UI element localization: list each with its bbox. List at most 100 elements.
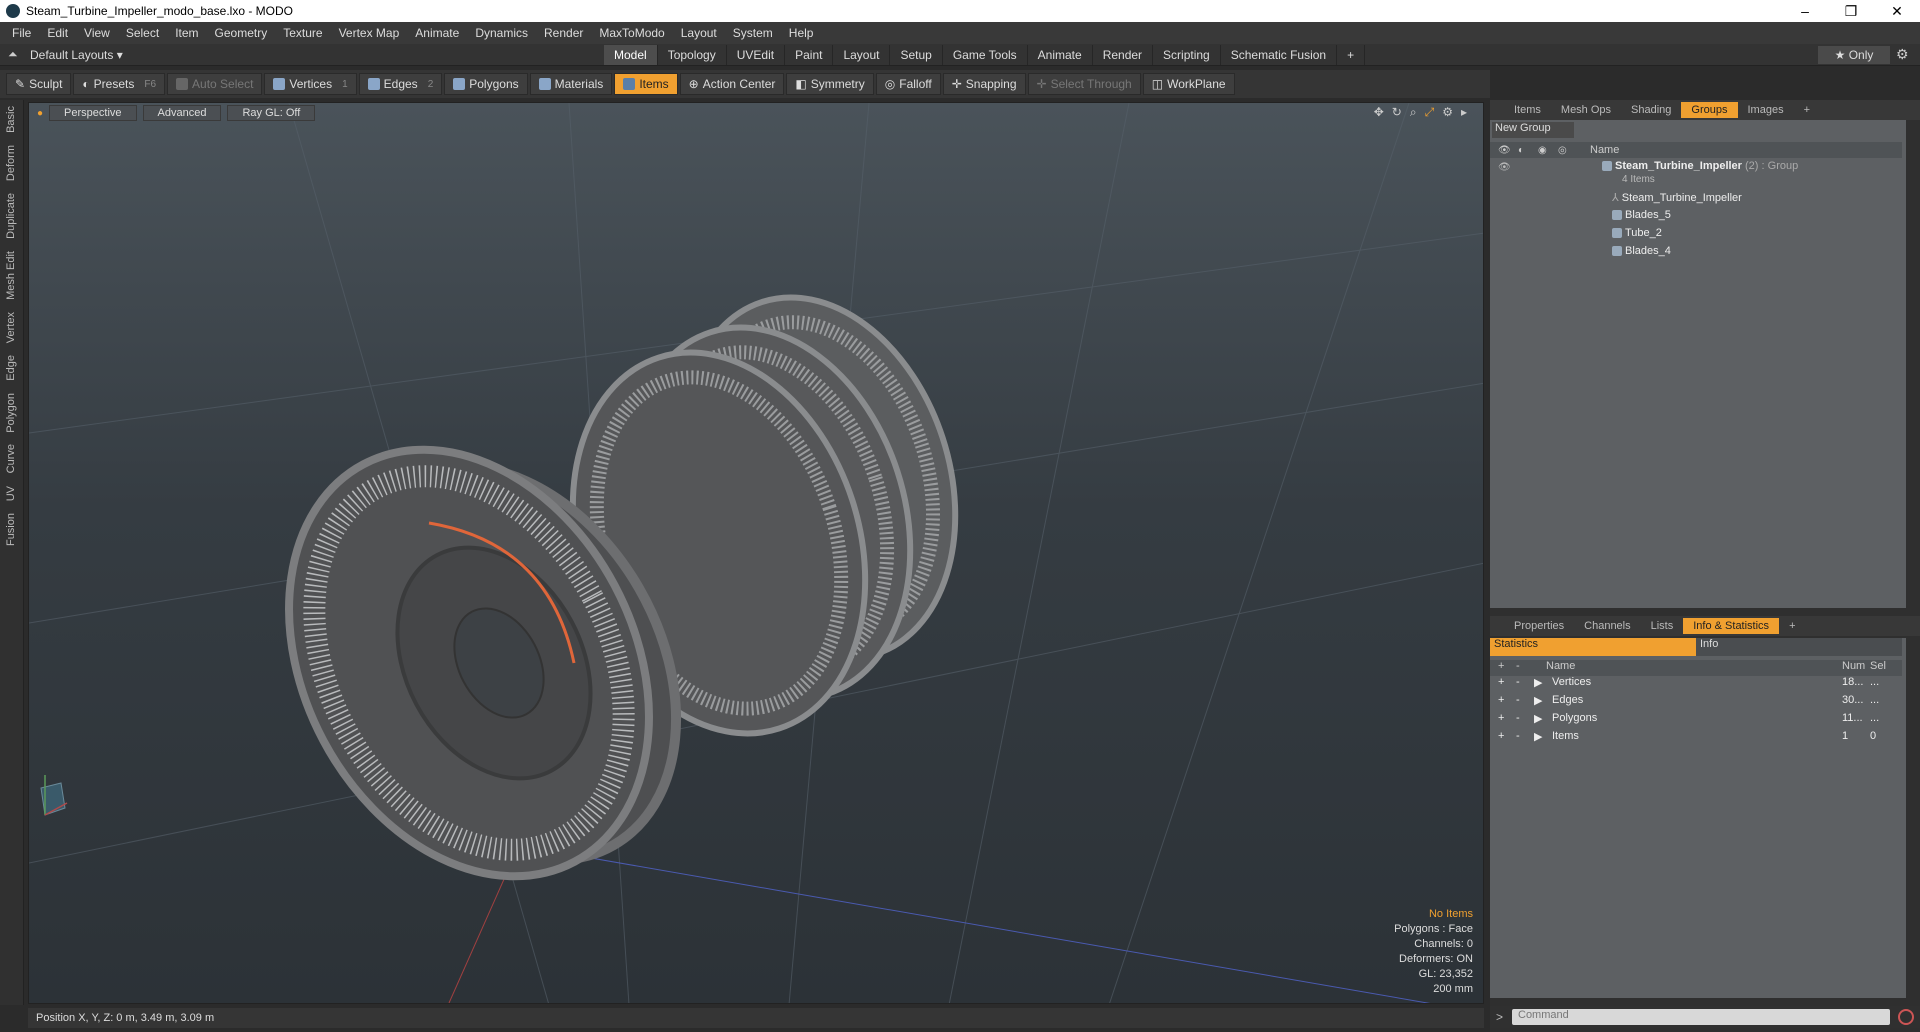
menu-item[interactable]: Item [167, 26, 206, 40]
viewport-expand-icon[interactable]: ▸ [1461, 105, 1467, 120]
tab-animate[interactable]: Animate [1028, 44, 1093, 65]
tab-groups[interactable]: Groups [1681, 102, 1738, 118]
raygl-dropdown[interactable]: Ray GL: Off [227, 105, 316, 121]
items-button[interactable]: Items [614, 73, 678, 95]
tab-items[interactable]: Items [1504, 102, 1551, 118]
tab-uvedit[interactable]: UVEdit [727, 44, 786, 65]
tab-paint[interactable]: Paint [785, 44, 834, 65]
subtab-info[interactable]: Info [1696, 638, 1902, 656]
menu-maxtomodo[interactable]: MaxToModo [591, 26, 672, 40]
gear-icon[interactable]: ⚙ [1896, 46, 1909, 63]
expand-arrow-icon[interactable]: ▶ [1534, 730, 1542, 743]
menu-render[interactable]: Render [536, 26, 591, 40]
left-tab-mesh-edit[interactable]: Mesh Edit [5, 245, 17, 306]
add-tab-button[interactable]: + [1337, 44, 1366, 65]
tab-model[interactable]: Model [604, 44, 658, 65]
menu-layout[interactable]: Layout [673, 26, 725, 40]
stats-row[interactable]: + - ▶ Items 1 0 [1490, 730, 1902, 746]
left-tab-edge[interactable]: Edge [5, 349, 17, 387]
tab-topology[interactable]: Topology [658, 44, 727, 65]
tab-scripting[interactable]: Scripting [1153, 44, 1221, 65]
left-tab-fusion[interactable]: Fusion [5, 507, 17, 552]
menu-animate[interactable]: Animate [407, 26, 467, 40]
close-button[interactable]: ✕ [1874, 3, 1920, 20]
tab-schematic-fusion[interactable]: Schematic Fusion [1221, 44, 1338, 65]
workplane-button[interactable]: ◫ WorkPlane [1142, 73, 1235, 95]
tree-item[interactable]: Blades_5 [1490, 206, 1902, 224]
tab-info-statistics[interactable]: Info & Statistics [1683, 618, 1780, 634]
add-stats-tab-button[interactable]: + [1779, 618, 1805, 634]
menu-edit[interactable]: Edit [39, 26, 76, 40]
menu-view[interactable]: View [76, 26, 118, 40]
rotate-icon[interactable]: ↻ [1392, 105, 1402, 120]
materials-button[interactable]: Materials [529, 73, 613, 95]
only-toggle[interactable]: ★ Only [1818, 46, 1890, 64]
group-row[interactable]: 👁 Steam_Turbine_Impeller (2) : Group 4 I… [1490, 158, 1902, 188]
menu-select[interactable]: Select [118, 26, 167, 40]
viewport-menu-icon[interactable]: ● [37, 108, 43, 119]
left-tab-deform[interactable]: Deform [5, 139, 17, 187]
sculpt-button[interactable]: ✎ Sculpt [6, 73, 72, 95]
remove-icon[interactable]: - [1516, 730, 1520, 742]
3d-viewport[interactable]: ● Perspective Advanced Ray GL: Off ✥ ↻ ⌕… [28, 102, 1484, 1004]
tree-item[interactable]: Blades_4 [1490, 242, 1902, 260]
menu-dynamics[interactable]: Dynamics [467, 26, 536, 40]
menu-texture[interactable]: Texture [275, 26, 330, 40]
viewport-scene[interactable] [29, 103, 1484, 1004]
auto-select-button[interactable]: Auto Select [167, 73, 263, 95]
left-tab-curve[interactable]: Curve [5, 438, 17, 479]
maximize-button[interactable]: ❐ [1828, 3, 1874, 20]
left-tab-polygon[interactable]: Polygon [5, 387, 17, 439]
menu-file[interactable]: File [4, 26, 39, 40]
stats-row[interactable]: + - ▶ Edges 30... ... [1490, 694, 1902, 710]
menu-help[interactable]: Help [781, 26, 822, 40]
stats-row[interactable]: + - ▶ Vertices 18... ... [1490, 676, 1902, 692]
tree-item[interactable]: Tube_2 [1490, 224, 1902, 242]
tab-shading[interactable]: Shading [1621, 102, 1681, 118]
expand-arrow-icon[interactable]: ▶ [1534, 694, 1542, 707]
left-tab-basic[interactable]: Basic [5, 100, 17, 139]
new-group-button[interactable]: New Group [1492, 122, 1574, 138]
expand-arrow-icon[interactable]: ▶ [1534, 712, 1542, 725]
tab-channels[interactable]: Channels [1574, 618, 1640, 634]
polygons-button[interactable]: Polygons [444, 73, 528, 95]
advanced-dropdown[interactable]: Advanced [142, 105, 222, 121]
perspective-dropdown[interactable]: Perspective [49, 105, 137, 121]
menu-vertex-map[interactable]: Vertex Map [331, 26, 408, 40]
pan-icon[interactable]: ✥ [1374, 105, 1384, 120]
expand-arrow-icon[interactable]: ▶ [1534, 676, 1542, 689]
command-input[interactable]: Command [1512, 1009, 1890, 1025]
layout-dropdown[interactable]: Default Layouts ▾ [30, 48, 123, 62]
tab-game-tools[interactable]: Game Tools [943, 44, 1028, 65]
remove-icon[interactable]: - [1516, 676, 1520, 688]
turbine-impeller-model[interactable] [218, 262, 1000, 939]
add-icon[interactable]: + [1498, 730, 1504, 742]
tree-item[interactable]: ⅄ Steam_Turbine_Impeller [1490, 188, 1902, 206]
add-panel-tab-button[interactable]: + [1794, 102, 1820, 118]
vertices-button[interactable]: Vertices 1 [264, 73, 357, 95]
menu-system[interactable]: System [725, 26, 781, 40]
tab-images[interactable]: Images [1738, 102, 1794, 118]
zoom-icon[interactable]: ⌕ [1410, 105, 1417, 120]
fit-icon[interactable]: ⤢ [1425, 105, 1435, 120]
remove-icon[interactable]: - [1516, 694, 1520, 706]
tab-properties[interactable]: Properties [1504, 618, 1574, 634]
edges-button[interactable]: Edges 2 [358, 73, 443, 95]
select-through-button[interactable]: ✛ Select Through [1027, 73, 1141, 95]
remove-icon[interactable]: - [1516, 712, 1520, 724]
symmetry-button[interactable]: ◧ Symmetry [786, 73, 874, 95]
left-tab-uv[interactable]: UV [5, 480, 17, 507]
tab-layout[interactable]: Layout [833, 44, 891, 65]
expand-all-icon[interactable]: + [1498, 660, 1504, 672]
viewport-settings-icon[interactable]: ⚙ [1442, 105, 1453, 120]
collapse-all-icon[interactable]: - [1516, 660, 1520, 672]
tab-lists[interactable]: Lists [1641, 618, 1684, 634]
action-center-button[interactable]: ⊕ Action Center [679, 73, 785, 95]
add-icon[interactable]: + [1498, 694, 1504, 706]
tab-mesh-ops[interactable]: Mesh Ops [1551, 102, 1621, 118]
minimize-button[interactable]: – [1782, 3, 1828, 20]
tab-render[interactable]: Render [1093, 44, 1154, 65]
left-tab-duplicate[interactable]: Duplicate [5, 187, 17, 245]
falloff-button[interactable]: ◎ Falloff [875, 73, 941, 95]
left-tab-vertex[interactable]: Vertex [5, 306, 17, 349]
